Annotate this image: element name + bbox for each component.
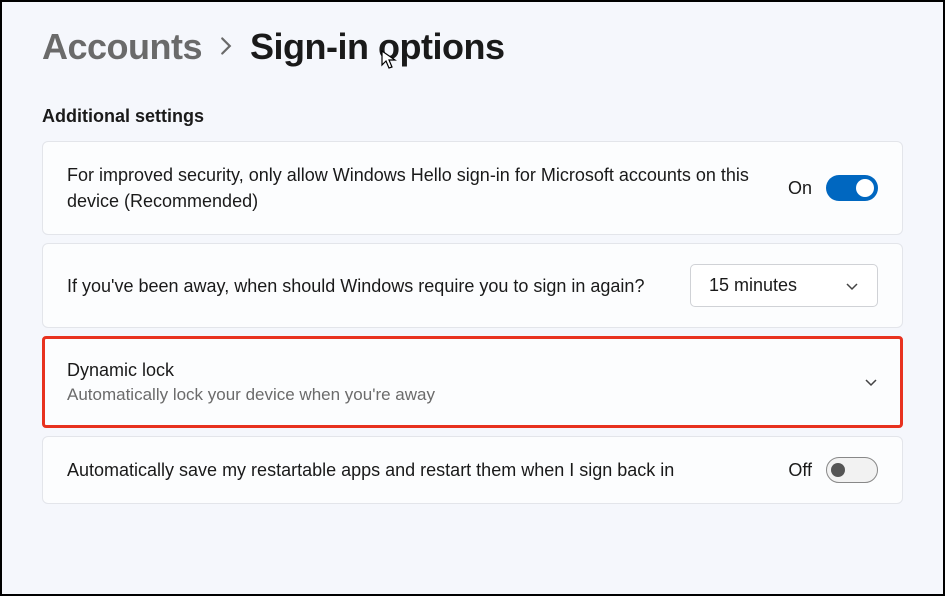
setting-card-signin-timeout: If you've been away, when should Windows… bbox=[42, 243, 903, 328]
toggle-label: On bbox=[788, 178, 812, 199]
toggle-switch-restart-apps[interactable] bbox=[826, 457, 878, 483]
chevron-right-icon bbox=[218, 31, 234, 63]
breadcrumb-parent[interactable]: Accounts bbox=[42, 26, 202, 68]
setting-description: For improved security, only allow Window… bbox=[67, 162, 758, 214]
setting-card-windows-hello: For improved security, only allow Window… bbox=[42, 141, 903, 235]
setting-text-group: Dynamic lock Automatically lock your dev… bbox=[67, 357, 435, 407]
toggle-group: Off bbox=[788, 457, 878, 483]
setting-card-restart-apps: Automatically save my restartable apps a… bbox=[42, 436, 903, 504]
toggle-switch-hello[interactable] bbox=[826, 175, 878, 201]
breadcrumb: Accounts Sign-in options bbox=[42, 26, 903, 68]
section-header-additional-settings: Additional settings bbox=[42, 106, 903, 127]
timeout-dropdown[interactable]: 15 minutes bbox=[690, 264, 878, 307]
setting-description: If you've been away, when should Windows… bbox=[67, 273, 660, 299]
chevron-down-icon bbox=[845, 279, 859, 293]
toggle-knob bbox=[831, 463, 845, 477]
toggle-knob bbox=[856, 179, 874, 197]
setting-subtitle: Automatically lock your device when you'… bbox=[67, 383, 435, 407]
setting-description: Automatically save my restartable apps a… bbox=[67, 457, 758, 483]
chevron-down-icon bbox=[864, 375, 878, 389]
setting-card-dynamic-lock[interactable]: Dynamic lock Automatically lock your dev… bbox=[42, 336, 903, 428]
toggle-group: On bbox=[788, 175, 878, 201]
toggle-label: Off bbox=[788, 460, 812, 481]
setting-title: Dynamic lock bbox=[67, 357, 435, 383]
dropdown-value: 15 minutes bbox=[709, 275, 797, 296]
page-title: Sign-in options bbox=[250, 26, 504, 68]
